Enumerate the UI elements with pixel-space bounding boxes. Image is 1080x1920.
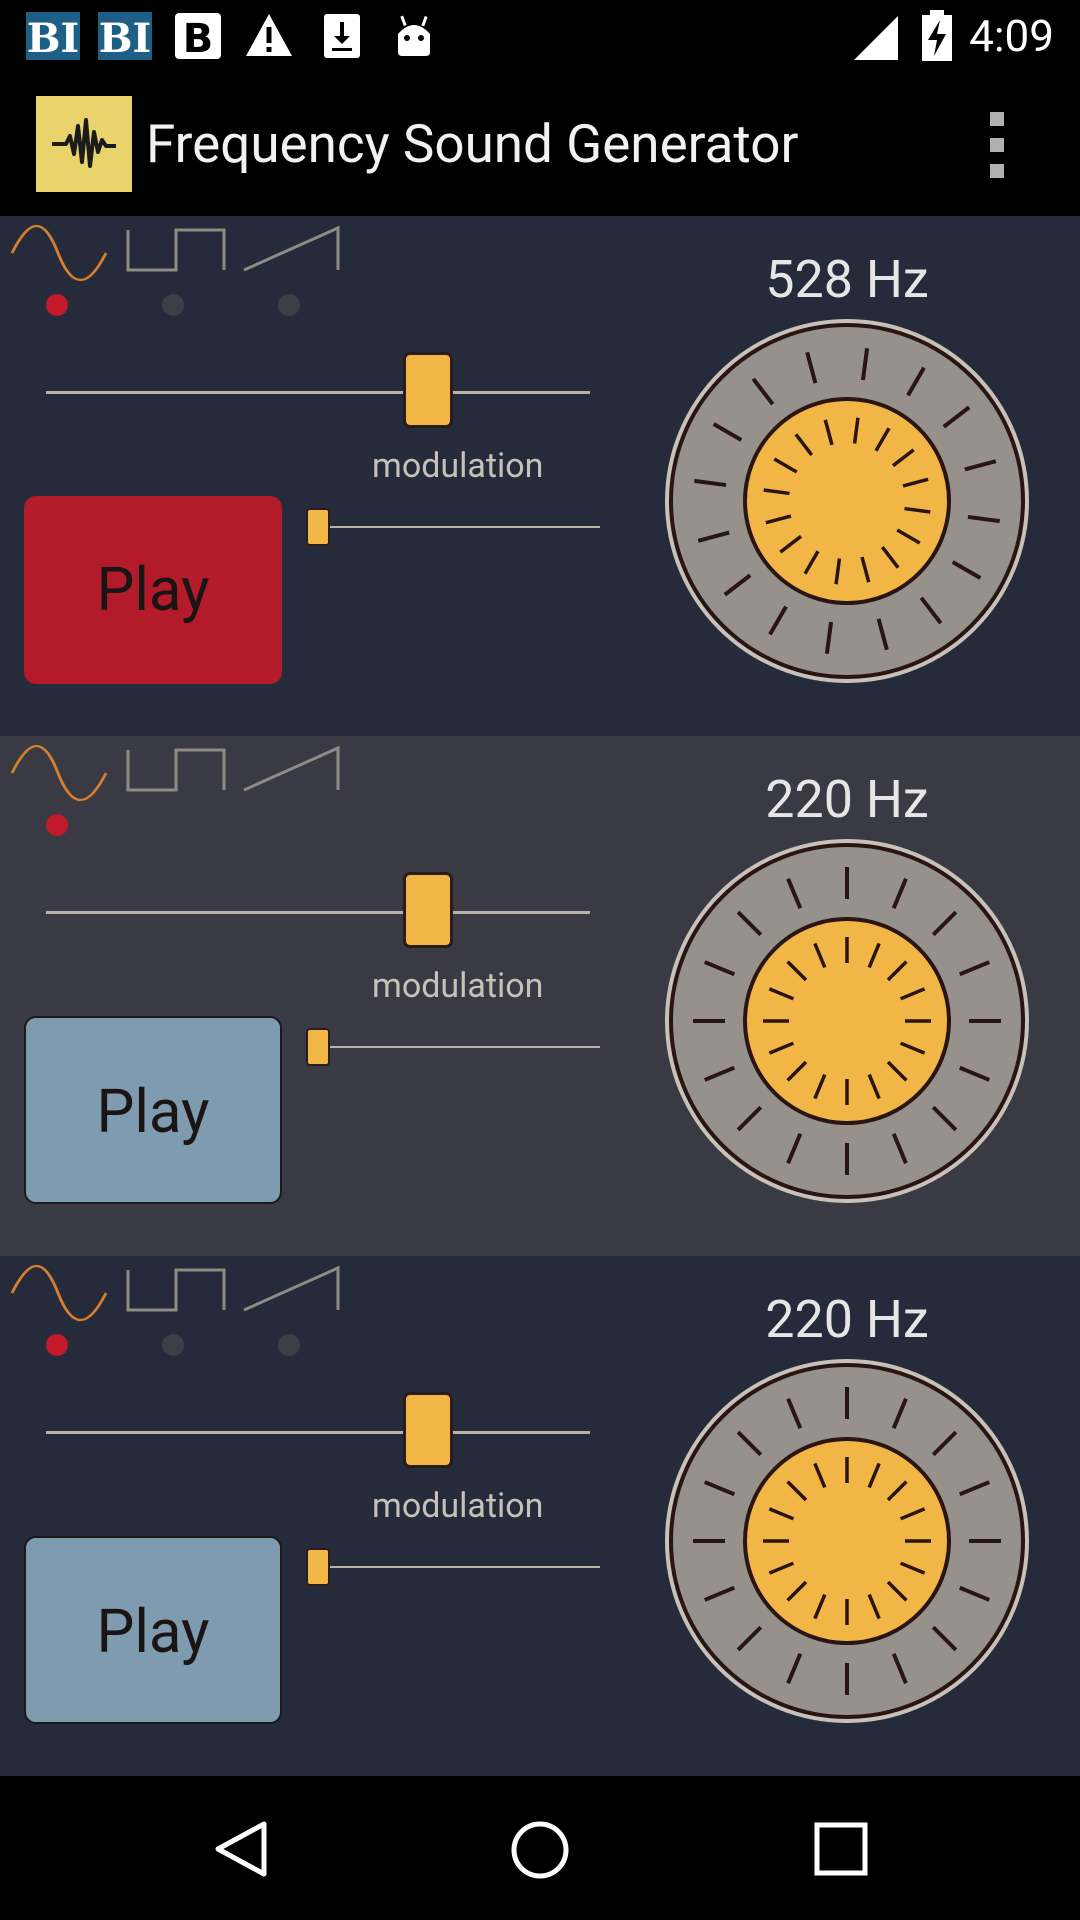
- download-icon: [324, 14, 360, 58]
- navigation-bar: [0, 1776, 1080, 1920]
- blogger-icon: B: [175, 13, 221, 60]
- status-bar: BI BI B 4:09: [0, 0, 1080, 72]
- sine-wave-icon[interactable]: [10, 1262, 110, 1324]
- svg-text:BI: BI: [27, 15, 80, 60]
- modulation-label: modulation: [372, 1486, 544, 1526]
- status-time: 4:09: [969, 10, 1054, 62]
- play-button[interactable]: Play: [24, 1016, 282, 1204]
- home-icon[interactable]: [510, 1820, 570, 1880]
- square-wave-icon[interactable]: [126, 1262, 226, 1324]
- sine-wave-icon[interactable]: [10, 742, 110, 804]
- waveform-radio-square[interactable]: [162, 1334, 184, 1356]
- waveform-radio-sawtooth[interactable]: [278, 1334, 300, 1356]
- frequency-slider[interactable]: [46, 872, 590, 954]
- waveform-radio-square[interactable]: [162, 814, 184, 836]
- modulation-slider[interactable]: [306, 1028, 600, 1066]
- modulation-slider[interactable]: [306, 508, 600, 546]
- modulation-slider-track: [306, 1566, 600, 1568]
- modulation-slider-thumb[interactable]: [306, 508, 330, 546]
- signal-icon: [854, 16, 898, 60]
- frequency-label: 220 Hz: [765, 1289, 929, 1350]
- frequency-slider-track: [46, 1431, 590, 1434]
- sawtooth-wave-icon[interactable]: [242, 1262, 342, 1324]
- frequency-slider-track: [46, 911, 590, 914]
- waveform-icon: [36, 96, 132, 192]
- waveform-radio-square[interactable]: [162, 294, 184, 316]
- frequency-slider[interactable]: [46, 352, 590, 434]
- frequency-slider-thumb[interactable]: [403, 352, 453, 428]
- recents-icon[interactable]: [814, 1822, 868, 1876]
- overflow-menu-icon[interactable]: [968, 112, 1024, 178]
- waveform-radio-sawtooth[interactable]: [278, 294, 300, 316]
- frequency-slider-track: [46, 391, 590, 394]
- frequency-dial[interactable]: [662, 836, 1032, 1206]
- generator-panel-2: 220 Hz Play modulation: [0, 736, 1080, 1256]
- generator-panel-3: 220 Hz Play modulation: [0, 1256, 1080, 1776]
- modulation-label: modulation: [372, 966, 544, 1006]
- modulation-slider[interactable]: [306, 1548, 600, 1586]
- waveform-radio-sine[interactable]: [46, 1334, 68, 1356]
- frequency-dial[interactable]: [662, 1356, 1032, 1726]
- frequency-label: 220 Hz: [765, 769, 929, 830]
- warning-icon: [246, 14, 292, 56]
- play-button[interactable]: Play: [24, 496, 282, 684]
- frequency-dial[interactable]: [662, 316, 1032, 686]
- svg-text:BI: BI: [99, 15, 152, 60]
- square-wave-icon[interactable]: [126, 222, 226, 284]
- waveform-radio-sine[interactable]: [46, 294, 68, 316]
- sine-wave-icon[interactable]: [10, 222, 110, 284]
- square-wave-icon[interactable]: [126, 742, 226, 804]
- bi-news-icon: BI: [26, 12, 80, 60]
- modulation-slider-thumb[interactable]: [306, 1028, 330, 1066]
- frequency-label: 528 Hz: [765, 249, 929, 310]
- frequency-slider-thumb[interactable]: [403, 1392, 453, 1468]
- play-button[interactable]: Play: [24, 1536, 282, 1724]
- battery-charging-icon: [922, 10, 952, 61]
- waveform-radio-sine[interactable]: [46, 814, 68, 836]
- sawtooth-wave-icon[interactable]: [242, 222, 342, 284]
- app-title: Frequency Sound Generator: [146, 113, 799, 175]
- frequency-slider-thumb[interactable]: [403, 872, 453, 948]
- modulation-label: modulation: [372, 446, 544, 486]
- back-icon[interactable]: [212, 1820, 270, 1878]
- android-icon: [398, 15, 430, 56]
- modulation-slider-thumb[interactable]: [306, 1548, 330, 1586]
- waveform-radio-sawtooth[interactable]: [278, 814, 300, 836]
- svg-text:B: B: [183, 16, 214, 60]
- generator-panel-1: 528 Hz Play modulation: [0, 216, 1080, 736]
- frequency-slider[interactable]: [46, 1392, 590, 1474]
- app-bar: Frequency Sound Generator: [0, 72, 1080, 216]
- sawtooth-wave-icon[interactable]: [242, 742, 342, 804]
- modulation-slider-track: [306, 526, 600, 528]
- modulation-slider-track: [306, 1046, 600, 1048]
- bi-news-icon: BI: [98, 12, 152, 60]
